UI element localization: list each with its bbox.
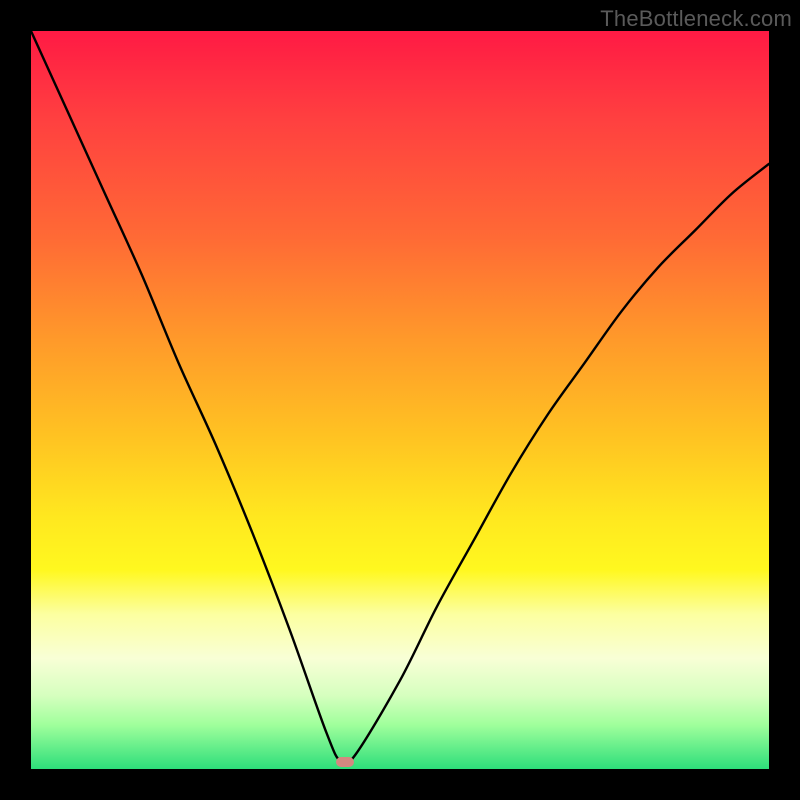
bottleneck-curve (31, 31, 769, 769)
watermark-text: TheBottleneck.com (600, 6, 792, 32)
optimal-point-marker (336, 757, 354, 767)
chart-frame: TheBottleneck.com (0, 0, 800, 800)
curve-path (31, 31, 769, 765)
